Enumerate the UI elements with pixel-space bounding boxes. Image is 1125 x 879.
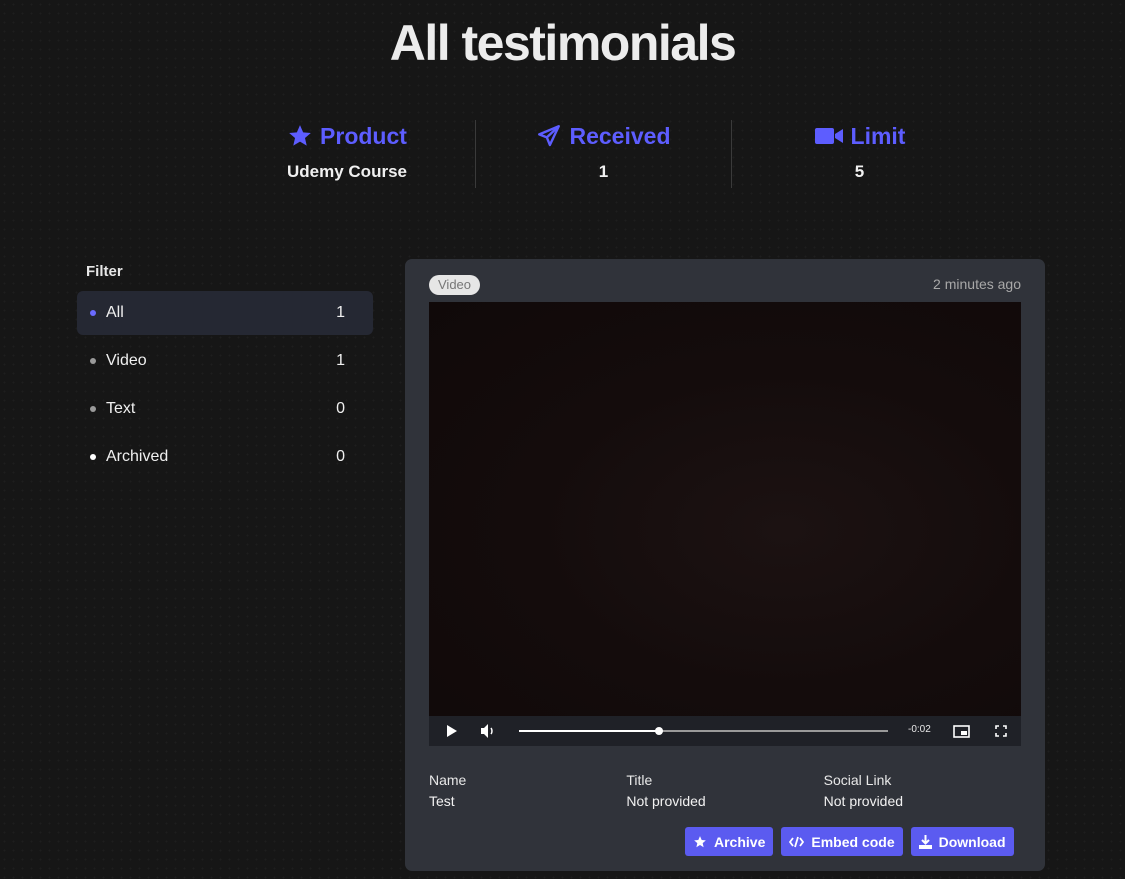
filter-item-label: Text [106, 400, 136, 417]
download-button-label: Download [938, 833, 1006, 850]
testimonial-card: Video 2 minutes ago -0:02 Name Test Titl… [405, 259, 1045, 871]
timestamp: 2 minutes ago [933, 276, 1021, 292]
star-icon [287, 123, 313, 149]
filter-item-text[interactable]: Text 0 [77, 387, 373, 431]
paper-plane-icon [536, 123, 562, 149]
page-title: All testimonials [389, 15, 737, 71]
progress-bar[interactable] [519, 727, 888, 735]
embed-code-button-label: Embed code [811, 833, 895, 850]
time-remaining: -0:02 [908, 724, 931, 735]
archive-button-label: Archive [714, 833, 766, 850]
filter-dot [90, 358, 96, 364]
stat-value: 1 [598, 162, 609, 181]
type-badge: Video [429, 275, 481, 295]
field-value: Test [429, 793, 455, 809]
download-icon [918, 834, 932, 849]
stat-value: Udemy Course [287, 162, 407, 181]
filter-dot [90, 454, 96, 460]
filter-item-count: 0 [336, 400, 345, 417]
progress-knob[interactable] [655, 727, 664, 735]
stat-label: Received [569, 122, 671, 149]
field-social-link: Social Link Not provided [824, 772, 1021, 809]
video-frame[interactable] [429, 302, 1021, 716]
field-label: Social Link [823, 772, 892, 788]
testimonial-details: Name Test Title Not provided Social Link… [429, 772, 1021, 809]
filter-item-video[interactable]: Video 1 [77, 339, 373, 383]
filter-item-count: 1 [336, 304, 345, 321]
filter-item-archived[interactable]: Archived 0 [77, 435, 373, 479]
field-label: Name [429, 772, 467, 788]
fullscreen-icon[interactable] [990, 716, 1012, 746]
filter-item-label: Video [106, 352, 147, 369]
filter-item-all[interactable]: All 1 [77, 291, 373, 335]
video-camera-icon [814, 125, 844, 147]
stat-label: Product [320, 122, 407, 149]
field-value: Not provided [626, 793, 706, 809]
filter-dot [90, 310, 96, 316]
stat-value: 5 [854, 162, 865, 181]
filter-item-count: 1 [336, 352, 345, 369]
volume-icon[interactable] [478, 716, 500, 746]
filter-item-count: 0 [336, 448, 345, 465]
filter-item-label: Archived [106, 448, 169, 465]
filter-list: All 1 Video 1 Text 0 Archived 0 [77, 291, 373, 483]
video-controls: -0:02 [429, 716, 1021, 746]
embed-code-button[interactable]: Embed code [781, 827, 903, 856]
filter-dot [90, 406, 96, 412]
filter-item-label: All [106, 304, 124, 321]
play-icon[interactable] [441, 716, 461, 746]
stat-product: Product Udemy Course [219, 120, 475, 188]
stat-limit: Limit 5 [731, 120, 987, 188]
progress-fill [519, 730, 660, 732]
download-button[interactable]: Download [910, 827, 1014, 856]
star-icon [693, 835, 707, 849]
field-label: Title [626, 772, 653, 788]
video-player[interactable]: -0:02 [429, 302, 1021, 746]
field-name: Name Test [429, 772, 626, 809]
code-icon [789, 836, 805, 848]
stats-bar: Product Udemy Course Received 1 Limit 5 [219, 120, 987, 188]
stat-received: Received 1 [475, 120, 731, 188]
picture-in-picture-icon[interactable] [950, 716, 972, 746]
field-title: Title Not provided [626, 772, 823, 809]
stat-label: Limit [850, 122, 906, 149]
card-actions: Archive Embed code Download [685, 827, 1014, 856]
filter-title: Filter [86, 263, 123, 280]
field-value: Not provided [823, 793, 904, 809]
archive-button[interactable]: Archive [685, 827, 774, 856]
